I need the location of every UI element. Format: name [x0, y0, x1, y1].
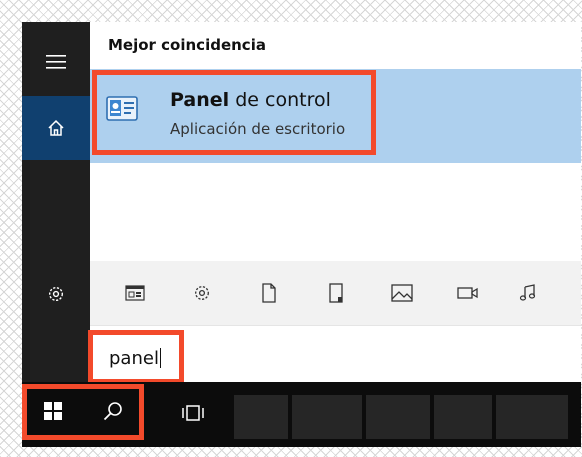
filter-apps-button[interactable]	[122, 280, 148, 306]
best-match-header: Mejor coincidencia	[108, 36, 266, 54]
text-cursor	[159, 348, 161, 368]
settings-icon	[195, 286, 209, 300]
document-icon	[262, 283, 276, 303]
task-view-button[interactable]	[168, 390, 218, 436]
annotation-highlight-result	[92, 70, 376, 155]
apps-icon	[125, 285, 145, 301]
filter-videos-button[interactable]	[455, 280, 481, 306]
filter-photos-button[interactable]	[389, 280, 415, 306]
search-filters-bar	[90, 261, 581, 325]
taskbar-app-slot[interactable]	[234, 395, 288, 439]
settings-gear-icon	[48, 286, 64, 302]
search-input[interactable]: panel	[109, 348, 161, 370]
left-rail	[22, 22, 90, 382]
video-icon	[457, 287, 478, 299]
photo-icon	[391, 284, 413, 302]
folder-icon	[329, 283, 343, 303]
filter-folders-button[interactable]	[323, 280, 349, 306]
filter-settings-button[interactable]	[189, 280, 215, 306]
taskbar-app-slot[interactable]	[292, 395, 362, 439]
taskbar	[22, 382, 581, 447]
start-menu-window: Mejor coincidencia Panel de control Apli…	[22, 22, 581, 447]
annotation-highlight-taskbar	[22, 384, 144, 440]
annotation-highlight-search: panel	[88, 330, 184, 384]
settings-button[interactable]	[22, 262, 90, 326]
hamburger-menu-icon	[46, 55, 66, 69]
best-match-result[interactable]: Panel de control Aplicación de escritori…	[90, 69, 581, 163]
filter-documents-button[interactable]	[256, 280, 282, 306]
hamburger-menu-button[interactable]	[22, 30, 90, 94]
music-icon	[519, 284, 536, 301]
taskbar-app-slot[interactable]	[496, 395, 568, 439]
filter-music-button[interactable]	[517, 280, 543, 306]
home-button[interactable]	[22, 96, 90, 160]
taskbar-app-slot[interactable]	[366, 395, 430, 439]
home-icon	[48, 119, 64, 136]
taskbar-app-slot[interactable]	[434, 395, 492, 439]
search-area: panel	[88, 325, 581, 384]
task-view-icon	[182, 405, 204, 421]
